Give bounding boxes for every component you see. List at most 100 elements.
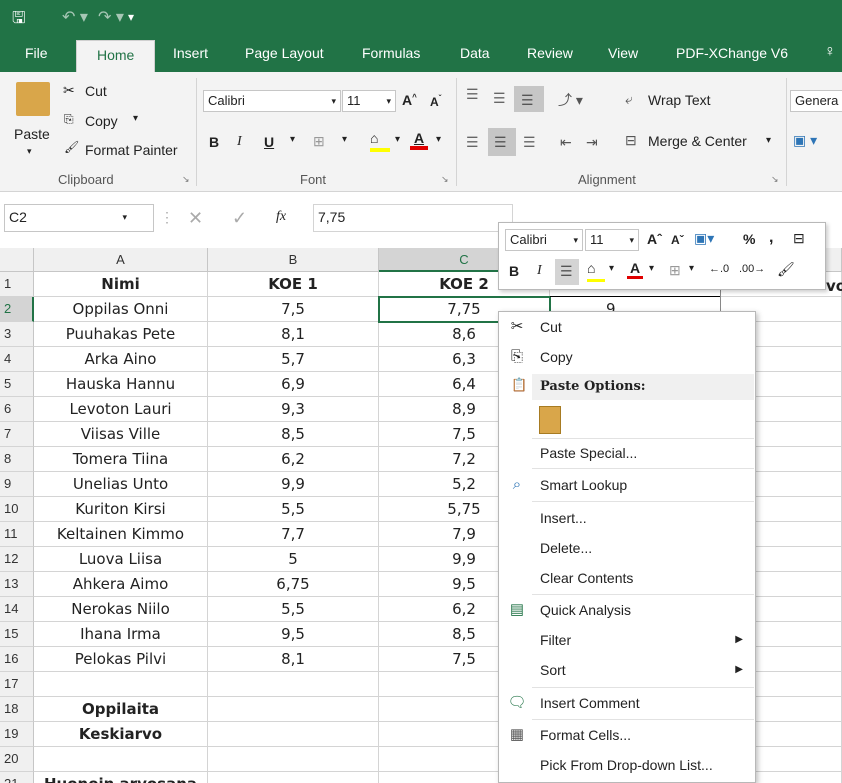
row-header[interactable]: 19 — [0, 722, 34, 747]
menu-item-delete[interactable]: Delete... — [499, 533, 755, 563]
underline-dropdown-icon[interactable]: ▾ — [290, 134, 295, 145]
cut-button[interactable]: Cut — [85, 83, 107, 99]
menu-item-sort[interactable]: Sort ▶ — [499, 655, 755, 685]
cell-b[interactable]: 5,7 — [208, 347, 379, 372]
cell-a[interactable]: Nerokas Niilo — [34, 597, 208, 622]
menu-item-insert-comment[interactable]: 🗨 Insert Comment — [499, 688, 755, 718]
increase-indent-icon[interactable]: ⇥ — [586, 134, 598, 151]
menu-item-paste-special[interactable]: Paste Special... — [499, 438, 755, 468]
row-header[interactable]: 16 — [0, 647, 34, 672]
row-header[interactable]: 5 — [0, 372, 34, 397]
select-all-corner[interactable] — [0, 248, 34, 272]
orientation-icon[interactable]: ⤴ ▾ — [558, 90, 583, 110]
tab-formulas[interactable]: Formulas — [362, 45, 420, 61]
mini-center-icon[interactable]: ☰ — [555, 259, 579, 285]
cell-a[interactable]: Huonoin arvosana — [34, 772, 208, 783]
row-header[interactable]: 21 — [0, 772, 34, 783]
top-align-icon[interactable]: ☰ — [466, 86, 479, 103]
mini-shrink-font-icon[interactable]: Aˇ — [671, 233, 684, 247]
mini-italic-icon[interactable]: I — [537, 263, 542, 279]
bold-icon[interactable]: B — [209, 134, 219, 150]
paste-default-icon[interactable] — [539, 406, 561, 434]
cell-b[interactable]: 9,3 — [208, 397, 379, 422]
tell-me-lightbulb-icon[interactable]: ♀ — [824, 43, 836, 61]
cell-b[interactable]: 5 — [208, 547, 379, 572]
shrink-font-icon[interactable]: Aˇ — [430, 94, 441, 109]
font-color-icon[interactable]: A — [410, 130, 428, 150]
cell-b[interactable] — [208, 722, 379, 747]
menu-item-clear-contents[interactable]: Clear Contents — [499, 563, 755, 593]
menu-item-pick-from-list[interactable]: Pick From Drop-down List... — [499, 750, 755, 780]
paste-dropdown-icon[interactable]: ▾ — [27, 146, 32, 157]
menu-item-format-cells[interactable]: ▦ Format Cells... — [499, 720, 755, 750]
cell-b[interactable] — [208, 697, 379, 722]
row-header[interactable]: 6 — [0, 397, 34, 422]
cell-a[interactable]: Pelokas Pilvi — [34, 647, 208, 672]
mini-format-painter-icon[interactable]: 🖌 — [777, 261, 795, 278]
cell-a[interactable] — [34, 747, 208, 772]
cell-a[interactable]: Keltainen Kimmo — [34, 522, 208, 547]
row-header[interactable]: 11 — [0, 522, 34, 547]
cell-b[interactable]: 6,2 — [208, 447, 379, 472]
mini-font-color-dropdown-icon[interactable]: ▾ — [649, 263, 654, 274]
mini-size-box[interactable]: 11 ▾ — [585, 229, 639, 251]
font-name-box[interactable]: Calibri ▾ — [203, 90, 341, 112]
tab-data[interactable]: Data — [460, 45, 490, 61]
tab-home[interactable]: Home — [76, 40, 156, 72]
menu-item-quick-analysis[interactable]: ▤ Quick Analysis — [499, 595, 755, 625]
row-header[interactable]: 12 — [0, 547, 34, 572]
underline-icon[interactable]: U — [264, 134, 274, 150]
wrap-text-button[interactable]: Wrap Text — [648, 92, 711, 108]
cell-a[interactable]: Oppilas Onni — [34, 297, 208, 322]
cell-a[interactable]: Unelias Unto — [34, 472, 208, 497]
menu-item-insert[interactable]: Insert... — [499, 503, 755, 533]
mini-font-color-icon[interactable]: A — [627, 260, 643, 279]
row-header[interactable]: 1 — [0, 272, 34, 297]
row-header[interactable]: 18 — [0, 697, 34, 722]
cell-b[interactable]: 7,5 — [208, 297, 379, 322]
mini-grow-font-icon[interactable]: Aˆ — [647, 231, 662, 247]
cell-b[interactable]: 8,1 — [208, 647, 379, 672]
align-center-icon[interactable]: ☰ — [488, 128, 516, 156]
alignment-launcher-icon[interactable]: ↘ — [771, 174, 779, 185]
copy-dropdown-icon[interactable]: ▾ — [133, 113, 138, 124]
cell-a[interactable]: Oppilaita — [34, 697, 208, 722]
cell-a[interactable]: Arka Aino — [34, 347, 208, 372]
tab-view[interactable]: View — [608, 45, 638, 61]
cell-b[interactable] — [208, 747, 379, 772]
borders-dropdown-icon[interactable]: ▾ — [342, 134, 347, 145]
cell-b[interactable]: KOE 1 — [208, 272, 379, 297]
cell-b[interactable]: 8,5 — [208, 422, 379, 447]
row-header[interactable]: 4 — [0, 347, 34, 372]
row-header[interactable]: 20 — [0, 747, 34, 772]
grow-font-icon[interactable]: A^ — [402, 92, 417, 108]
copy-button[interactable]: Copy — [85, 113, 118, 129]
undo-icon[interactable]: ↶ ▾ — [62, 7, 88, 27]
clipboard-paste-icon[interactable] — [16, 82, 50, 116]
fill-color-icon[interactable]: ⌂ — [370, 130, 390, 152]
menu-item-cut[interactable]: ✂ Cut — [499, 312, 755, 342]
mini-percent-icon[interactable]: % — [743, 231, 755, 247]
column-header-b[interactable]: B — [208, 248, 379, 272]
insert-function-icon[interactable]: fx — [276, 209, 286, 225]
menu-item-smart-lookup[interactable]: ⌕ Smart Lookup — [499, 470, 755, 500]
cell-b[interactable]: 8,1 — [208, 322, 379, 347]
column-header-a[interactable]: A — [34, 248, 208, 272]
cell-b[interactable]: 7,7 — [208, 522, 379, 547]
mini-borders-icon[interactable]: ⊞ — [669, 262, 681, 279]
menu-item-copy[interactable]: ⎘ Copy — [499, 342, 755, 372]
font-size-box[interactable]: 11 ▾ — [342, 90, 396, 112]
fill-color-dropdown-icon[interactable]: ▾ — [395, 134, 400, 145]
mini-borders-dropdown-icon[interactable]: ▾ — [689, 263, 694, 274]
cell-a[interactable]: Levoton Lauri — [34, 397, 208, 422]
row-header[interactable]: 8 — [0, 447, 34, 472]
cell-b[interactable] — [208, 772, 379, 783]
borders-icon[interactable]: ⊞ — [313, 133, 325, 150]
row-header[interactable]: 10 — [0, 497, 34, 522]
row-header[interactable]: 14 — [0, 597, 34, 622]
row-header[interactable]: 2 — [0, 297, 34, 322]
tab-page-layout[interactable]: Page Layout — [245, 45, 324, 61]
merge-center-button[interactable]: Merge & Center — [648, 133, 747, 149]
row-header[interactable]: 13 — [0, 572, 34, 597]
cell-a[interactable]: Ihana Irma — [34, 622, 208, 647]
